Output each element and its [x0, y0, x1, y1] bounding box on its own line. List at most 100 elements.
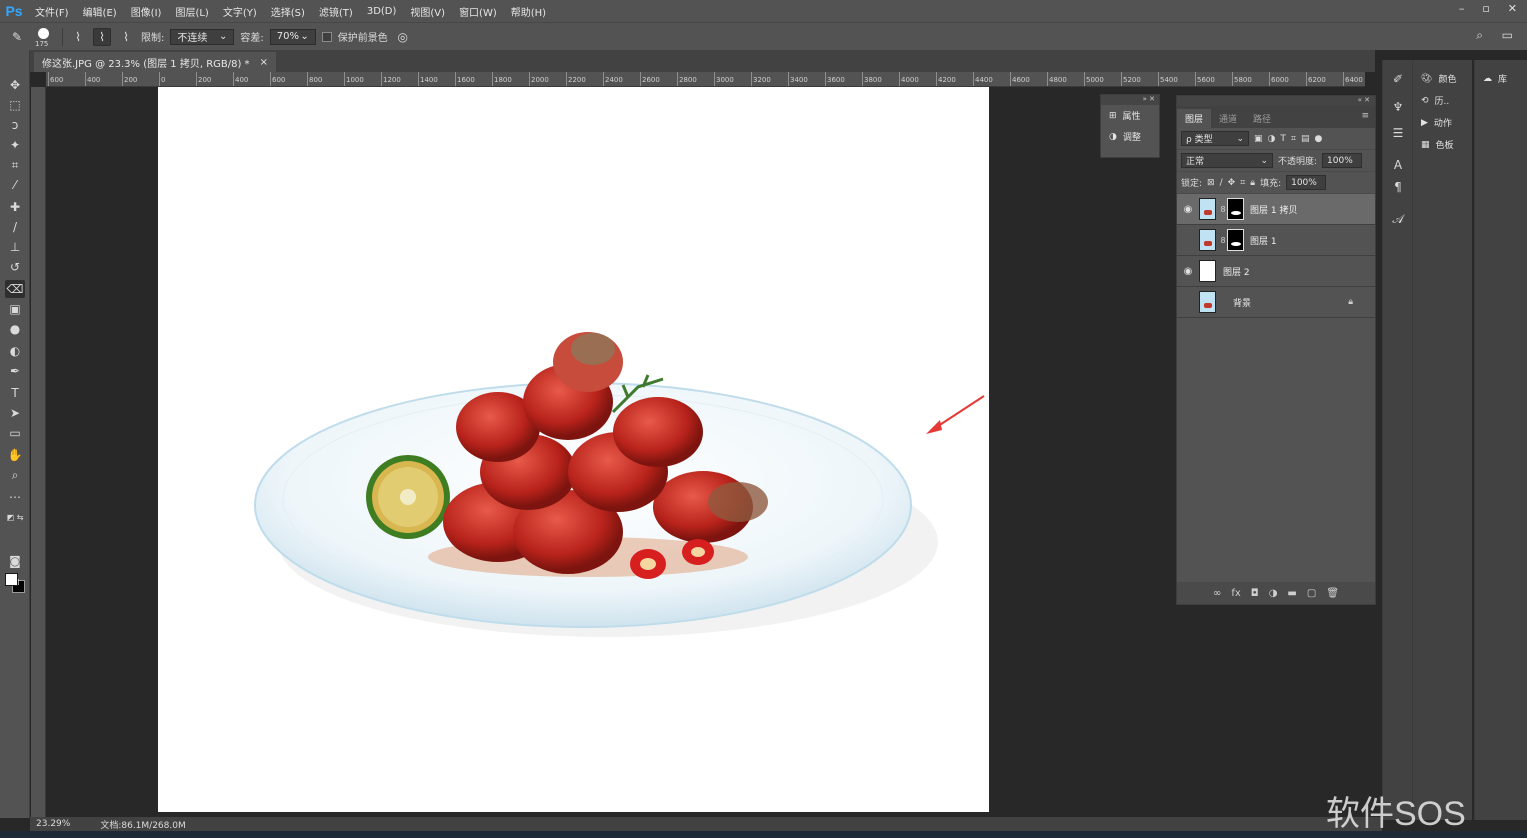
- default-colors-icon[interactable]: ◩ ⇆: [5, 508, 25, 526]
- layer-row[interactable]: ◉ 8 图层 1 拷贝: [1177, 194, 1375, 225]
- magic-wand-tool-icon[interactable]: ✦: [5, 136, 25, 154]
- menu-layer[interactable]: 图层(L): [168, 4, 215, 19]
- zoom-tool-icon[interactable]: ⌕: [5, 466, 25, 484]
- link-layers-icon[interactable]: ∞: [1213, 588, 1221, 599]
- filter-toggle-icon[interactable]: ●: [1314, 134, 1322, 144]
- lock-position-icon[interactable]: ✥: [1228, 178, 1236, 188]
- eraser-tool-icon[interactable]: ⌫: [5, 280, 25, 298]
- adjust-sliders-icon[interactable]: ☰: [1390, 126, 1406, 142]
- lasso-tool-icon[interactable]: ↄ: [5, 116, 25, 134]
- workspace-icon[interactable]: ▭: [1502, 28, 1513, 42]
- path-selection-tool-icon[interactable]: ➤: [5, 404, 25, 422]
- opacity-input[interactable]: 100%: [1322, 153, 1363, 168]
- swatches-panel-button[interactable]: ▦ 色板: [1421, 138, 1454, 152]
- close-button[interactable]: ✕: [1508, 2, 1517, 15]
- fill-input[interactable]: 100%: [1286, 175, 1327, 190]
- menu-view[interactable]: 视图(V): [403, 4, 452, 19]
- tab-channels[interactable]: 通道: [1211, 109, 1245, 128]
- close-tab-icon[interactable]: ×: [260, 57, 268, 68]
- layer-row[interactable]: ◉ 图层 2: [1177, 256, 1375, 287]
- menu-image[interactable]: 图像(I): [124, 4, 169, 19]
- marquee-tool-icon[interactable]: ⬚: [5, 96, 25, 114]
- history-panel-button[interactable]: ⟲ 历..: [1421, 94, 1449, 108]
- dodge-tool-icon[interactable]: ◐: [5, 342, 25, 360]
- search-icon[interactable]: ⌕: [1476, 28, 1483, 43]
- menu-help[interactable]: 帮助(H): [504, 4, 553, 19]
- menu-edit[interactable]: 编辑(E): [76, 4, 124, 19]
- filter-type-icon[interactable]: T: [1280, 134, 1286, 144]
- libraries-panel-button[interactable]: ☁ 库: [1483, 72, 1507, 86]
- brush-tool-icon[interactable]: /: [5, 218, 25, 236]
- menu-3d[interactable]: 3D(D): [360, 6, 404, 17]
- blend-mode-select[interactable]: 正常 ⌄: [1181, 153, 1273, 168]
- quick-mask-icon[interactable]: ◙: [5, 552, 25, 570]
- menu-filter[interactable]: 滤镜(T): [312, 4, 360, 19]
- move-tool-icon[interactable]: ✥: [5, 76, 25, 94]
- history-brush-tool-icon[interactable]: ↺: [5, 258, 25, 276]
- new-group-icon[interactable]: ▬: [1287, 588, 1296, 599]
- tab-layers[interactable]: 图层: [1177, 109, 1212, 128]
- lock-artboard-icon[interactable]: ⌗: [1240, 178, 1245, 188]
- pressure-pen-icon[interactable]: ◎: [394, 28, 412, 46]
- tab-paths[interactable]: 路径: [1245, 109, 1279, 128]
- more-tools-icon[interactable]: ⋯: [5, 488, 25, 506]
- color-panel-button[interactable]: 🎨︎ 颜色: [1421, 72, 1456, 86]
- character-icon[interactable]: A: [1390, 158, 1406, 174]
- eyedropper-tool-icon[interactable]: ⁄: [5, 176, 25, 194]
- hand-tool-icon[interactable]: ✋: [5, 446, 25, 464]
- filter-pixel-icon[interactable]: ▣: [1254, 134, 1263, 144]
- add-mask-icon[interactable]: ◘: [1251, 588, 1259, 599]
- foreground-color-swatch[interactable]: [5, 573, 18, 586]
- crop-tool-icon[interactable]: ⌗: [5, 156, 25, 174]
- glyphs-icon[interactable]: 𝒜: [1390, 212, 1406, 228]
- tolerance-input[interactable]: 70% ⌄: [269, 28, 316, 45]
- gradient-tool-icon[interactable]: ▣: [5, 300, 25, 318]
- type-tool-icon[interactable]: T: [5, 384, 25, 402]
- menu-type[interactable]: 文字(Y): [216, 4, 264, 19]
- adjustment-layer-icon[interactable]: ◑: [1269, 588, 1278, 599]
- adjustments-item[interactable]: ◑ 调整: [1101, 126, 1159, 147]
- tool-presets-icon[interactable]: ✐: [1390, 72, 1406, 88]
- document-canvas[interactable]: [158, 87, 989, 812]
- pen-tool-icon[interactable]: ✒: [5, 362, 25, 380]
- document-size[interactable]: 文档:86.1M/268.0M: [100, 818, 185, 831]
- panel-collapse-icon[interactable]: » ✕: [1101, 95, 1159, 105]
- background-eraser-tool-icon[interactable]: ✎: [8, 28, 26, 46]
- eye-icon[interactable]: ◉: [1177, 266, 1199, 277]
- layer-mask-thumbnail[interactable]: [1227, 198, 1244, 220]
- filter-adjustment-icon[interactable]: ◑: [1268, 134, 1276, 144]
- protect-foreground-checkbox[interactable]: [321, 31, 332, 42]
- brush-settings-icon[interactable]: ♆: [1390, 100, 1406, 116]
- paragraph-icon[interactable]: ¶: [1390, 180, 1406, 196]
- filter-shape-icon[interactable]: ⌗: [1291, 134, 1296, 144]
- sampling-background-swatch-icon[interactable]: ⌇: [117, 28, 135, 46]
- minimize-button[interactable]: –: [1459, 2, 1465, 15]
- menu-window[interactable]: 窗口(W): [452, 4, 504, 19]
- lock-all-icon[interactable]: 🔒︎: [1250, 178, 1255, 188]
- lock-image-icon[interactable]: /: [1220, 178, 1223, 188]
- sampling-continuous-icon[interactable]: ⌇: [69, 28, 87, 46]
- document-tab[interactable]: 修这张.JPG @ 23.3% (图层 1 拷贝, RGB/8) * ×: [34, 52, 276, 72]
- menu-select[interactable]: 选择(S): [264, 4, 312, 19]
- limit-select[interactable]: 不连续 ⌄: [170, 28, 235, 45]
- healing-brush-tool-icon[interactable]: ✚: [5, 198, 25, 216]
- layer-row[interactable]: 8 图层 1: [1177, 225, 1375, 256]
- brush-preset-picker[interactable]: 175: [32, 26, 56, 48]
- actions-panel-button[interactable]: ▶ 动作: [1421, 116, 1452, 130]
- filter-smart-object-icon[interactable]: ▤: [1301, 134, 1310, 144]
- panel-menu-icon[interactable]: ≡: [1361, 111, 1369, 121]
- restore-button[interactable]: ▫: [1482, 2, 1489, 15]
- panel-collapse-icon[interactable]: « ✕: [1177, 96, 1375, 106]
- lock-transparent-icon[interactable]: ⊠: [1207, 178, 1215, 188]
- zoom-level[interactable]: 23.29%: [36, 819, 70, 829]
- layer-mask-thumbnail[interactable]: [1227, 229, 1244, 251]
- blur-tool-icon[interactable]: ●: [5, 320, 25, 338]
- new-layer-icon[interactable]: ▢: [1307, 588, 1316, 599]
- layer-filter-select[interactable]: ρ 类型 ⌄: [1181, 131, 1249, 146]
- sampling-once-icon[interactable]: ⌇: [93, 27, 111, 46]
- delete-layer-icon[interactable]: 🗑︎: [1326, 588, 1339, 599]
- menu-file[interactable]: 文件(F): [28, 4, 76, 19]
- rectangle-tool-icon[interactable]: ▭: [5, 424, 25, 442]
- properties-item[interactable]: ⊞ 属性: [1101, 105, 1159, 126]
- eye-icon[interactable]: ◉: [1177, 204, 1199, 215]
